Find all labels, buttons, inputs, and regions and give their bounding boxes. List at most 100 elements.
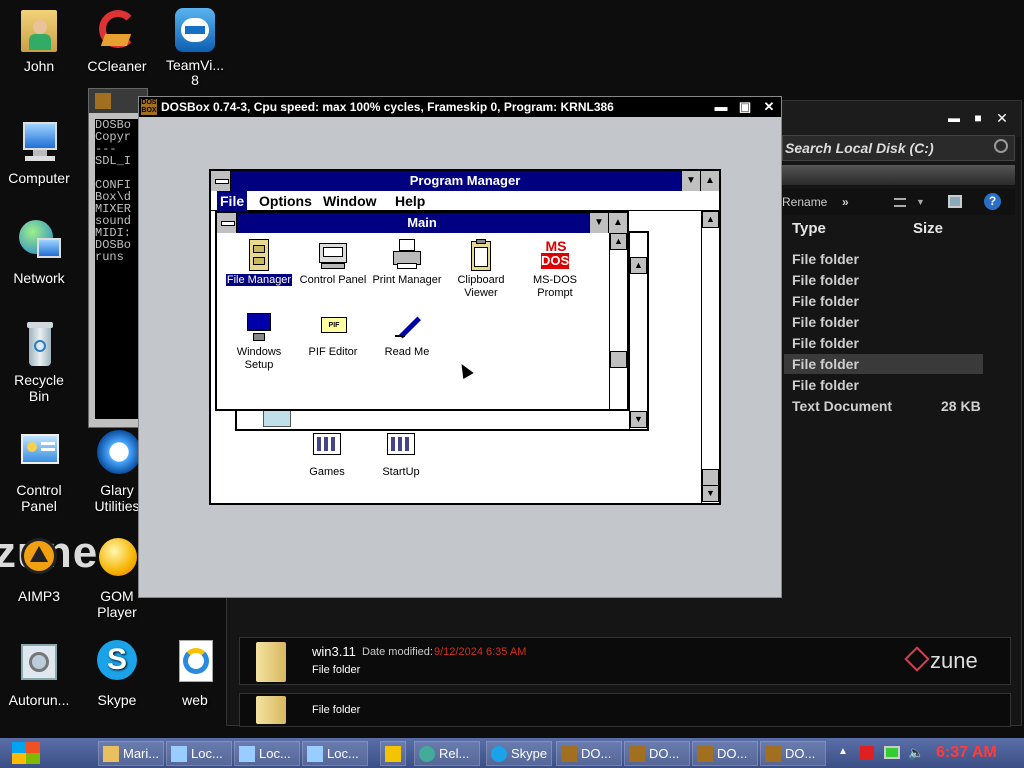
dosbox-window[interactable]: DOS BOX DOSBox 0.74-3, Cpu speed: max 10… [138,96,782,598]
minimize-button[interactable]: ▼ [681,171,700,191]
close-button[interactable]: ✕ [759,97,779,117]
desktop-icon-aimp3[interactable]: AIMP3 [0,536,78,604]
explorer-icon [171,746,187,762]
scroll-up-button[interactable]: ▲ [702,211,719,228]
taskbar-item-skype[interactable]: Skype [486,741,552,766]
desktop-icon-label: CCleaner [87,58,147,74]
taskbar-item-dosbox[interactable]: DO... [624,741,690,766]
column-header-type[interactable]: Type [792,217,826,241]
program-icon-pif-editor[interactable]: PIF PIF Editor [295,311,371,359]
network-tray-icon[interactable] [884,746,900,759]
program-manager-scrollbar[interactable]: ▲ ▼ [701,211,719,503]
group-icon-label: StartUp [382,466,420,478]
maximize-button[interactable]: ■ [971,111,985,125]
start-button[interactable] [6,740,46,766]
windows-logo-icon [12,742,40,764]
desktop-icon-computer[interactable]: Computer [0,118,78,186]
minimize-button[interactable]: ▬ [711,97,731,117]
menu-help[interactable]: Help [395,191,425,211]
control-panel-icon [15,430,63,478]
dosbox-logo-icon [765,746,781,762]
autorun-icon [15,640,63,688]
group-item-icon [263,409,291,427]
program-icon-file-manager[interactable]: File Manager [221,239,297,287]
view-options-icon[interactable] [894,198,906,207]
desktop-icon-user-folder[interactable]: John [0,6,78,74]
program-icon-control-panel[interactable]: Control Panel [295,239,371,287]
table-row[interactable]: Text Document 28 KB [784,396,983,416]
preview-pane-icon[interactable] [948,195,962,208]
clipboard-icon [465,239,497,271]
desktop-icon-web[interactable]: web [156,640,234,708]
table-row[interactable]: File folder [784,270,983,290]
close-button[interactable]: ✕ [995,111,1009,125]
help-icon[interactable]: ? [984,193,1001,210]
dosbox-logo-icon [697,746,713,762]
group-scrollbar[interactable]: ▲ ▼ [629,233,647,429]
volume-icon[interactable]: 🔈 [908,746,924,760]
maximize-button[interactable]: ▣ [735,97,755,117]
desktop-icon-teamviewer[interactable]: TeamVi... 8 [156,6,234,88]
taskbar-item-dosbox[interactable]: DO... [556,741,622,766]
minimize-button[interactable]: ▼ [589,213,608,233]
desktop-icon-ccleaner[interactable]: CCleaner [78,6,156,74]
action-center-flag-icon[interactable] [860,746,874,760]
maximize-button[interactable]: ▲ [700,171,719,191]
table-row[interactable]: File folder [784,375,983,395]
chevron-down-icon[interactable]: ▼ [916,189,925,215]
column-header-size[interactable]: Size [913,217,943,241]
menu-file[interactable]: File [217,191,248,211]
scroll-thumb[interactable] [702,469,719,486]
desktop-icon-recycle-bin[interactable]: Recycle Bin [0,320,78,404]
table-row[interactable]: File folder [784,312,983,332]
show-hidden-icons-button[interactable]: ▲ [838,746,848,757]
scroll-up-button[interactable]: ▲ [630,257,647,274]
scroll-down-button[interactable]: ▼ [702,485,719,502]
group-icon-startup[interactable]: StartUp [363,431,439,479]
more-commands-button[interactable]: » [842,189,849,215]
dosbox-screen[interactable]: Program Manager ▼ ▲ File Options Window … [139,117,781,597]
menu-window[interactable]: Window [323,191,377,211]
system-menu-button[interactable] [217,213,237,233]
gom-player-icon [93,536,141,584]
skype-icon [491,746,507,762]
search-input[interactable]: Search Local Disk (C:) [782,135,1015,161]
table-row[interactable]: File folder [784,291,983,311]
taskbar-item-folder[interactable]: Mari... [98,741,164,766]
table-row[interactable]: File folder [784,249,983,269]
group-icon-games[interactable]: Games [289,431,365,479]
program-icon-print-manager[interactable]: Print Manager [369,239,445,287]
minimize-button[interactable]: ▬ [947,111,961,125]
taskbar-item-media[interactable] [380,741,406,766]
main-group-scrollbar[interactable]: ▲ [609,233,627,409]
dosbox-logo-icon [95,93,111,109]
desktop-icon-control-panel[interactable]: Control Panel [0,430,78,514]
maximize-button[interactable]: ▲ [608,213,627,233]
program-icon-windows-setup[interactable]: Windows Setup [221,311,297,372]
clock[interactable]: 6:37 AM [936,744,997,762]
taskbar-item-explorer[interactable]: Loc... [302,741,368,766]
program-icon-clipboard-viewer[interactable]: Clipboard Viewer [443,239,519,300]
taskbar-item-dosbox[interactable]: DO... [760,741,826,766]
scroll-up-button[interactable]: ▲ [610,233,627,250]
main-group-window[interactable]: Main ▼ ▲ ▲ File Manager Control Panel Pr… [215,211,629,411]
console-line: runs [95,250,124,264]
taskbar-item-explorer[interactable]: Loc... [234,741,300,766]
system-menu-button[interactable] [211,171,231,191]
table-row-selected[interactable]: File folder [784,354,983,374]
scroll-down-button[interactable]: ▼ [630,411,647,428]
menu-options[interactable]: Options [259,191,312,211]
teamviewer-icon [171,6,219,54]
program-icon-read-me[interactable]: Read Me [369,311,445,359]
program-manager-window[interactable]: Program Manager ▼ ▲ File Options Window … [209,169,721,505]
desktop-icon-network[interactable]: Network [0,218,78,286]
taskbar-item-explorer[interactable]: Loc... [166,741,232,766]
scroll-thumb[interactable] [610,351,627,368]
taskbar-item-browser[interactable]: Rel... [414,741,480,766]
program-icon-msdos-prompt[interactable]: MS DOS MS-DOS Prompt [517,239,593,300]
table-row[interactable]: File folder [784,333,983,353]
rename-button[interactable]: Rename [782,189,827,215]
desktop-icon-skype[interactable]: S Skype [78,640,156,708]
desktop-icon-autorun[interactable]: Autorun... [0,640,78,708]
taskbar-item-dosbox[interactable]: DO... [692,741,758,766]
